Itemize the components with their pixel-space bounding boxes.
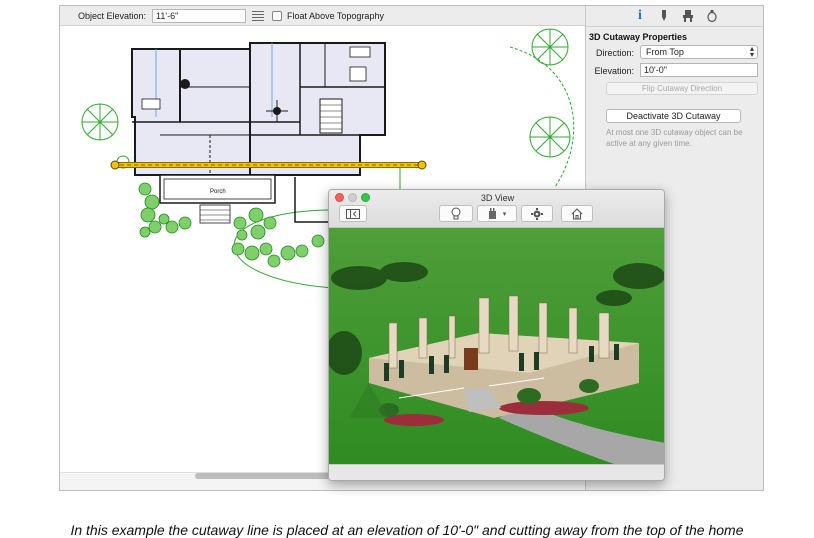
inspector-tabs: i <box>586 6 763 27</box>
settings-button[interactable] <box>521 205 553 222</box>
object-icon[interactable] <box>683 9 693 23</box>
gear-icon <box>531 207 543 220</box>
3d-rendering[interactable] <box>329 228 665 464</box>
elevation-label: Elevation: <box>594 66 634 76</box>
property-curve <box>509 46 575 188</box>
scrollbar-thumb[interactable] <box>195 473 335 479</box>
materials-icon[interactable] <box>707 9 717 23</box>
sidebar-icon <box>346 208 360 219</box>
chevron-down-icon: ▾ <box>502 210 507 218</box>
lighting-button[interactable] <box>439 205 473 222</box>
inspector-title: 3D Cutaway Properties <box>589 32 688 42</box>
3d-view-titlebar[interactable]: 3D View ▾ <box>329 190 664 228</box>
3d-view-title: 3D View <box>480 193 515 203</box>
elevation-toolbar: Object Elevation: Float Above Topography <box>60 6 585 26</box>
porch-label: Porch <box>210 189 226 195</box>
paint-bucket-icon <box>488 207 496 219</box>
direction-value: From Top <box>646 47 684 57</box>
3d-view-window: 3D View ▾ <box>328 189 665 481</box>
float-above-topography-label: Float Above Topography <box>287 10 384 21</box>
3d-view-footer <box>329 464 664 480</box>
deactivate-cutaway-button[interactable]: Deactivate 3D Cutaway <box>606 109 741 123</box>
cutaway-note: At most one 3D cutaway object can be act… <box>606 128 743 148</box>
direction-label: Direction: <box>595 48 634 58</box>
home-view-button[interactable] <box>561 205 593 222</box>
flip-cutaway-direction-button[interactable]: Flip Cutaway Direction <box>606 82 758 95</box>
sidebar-toggle-button[interactable] <box>339 205 367 222</box>
list-icon[interactable] <box>252 10 265 21</box>
object-elevation-input[interactable] <box>152 8 247 23</box>
select-arrows-icon: ▴ ▾ <box>749 44 754 59</box>
direction-select[interactable]: From Top ▴ ▾ <box>640 45 758 59</box>
cutaway-line <box>110 160 427 170</box>
figure-caption: In this example the cutaway line is plac… <box>70 522 744 538</box>
home-icon <box>571 207 583 220</box>
float-above-topography-checkbox[interactable] <box>272 10 283 21</box>
lightbulb-icon <box>451 207 461 220</box>
cutaway-elevation-input[interactable]: 10'-0" <box>640 63 758 77</box>
material-paint-button[interactable]: ▾ <box>477 205 517 222</box>
info-icon[interactable]: i <box>635 8 645 23</box>
object-elevation-label: Object Elevation: <box>78 10 147 21</box>
pen-icon[interactable] <box>659 9 669 23</box>
